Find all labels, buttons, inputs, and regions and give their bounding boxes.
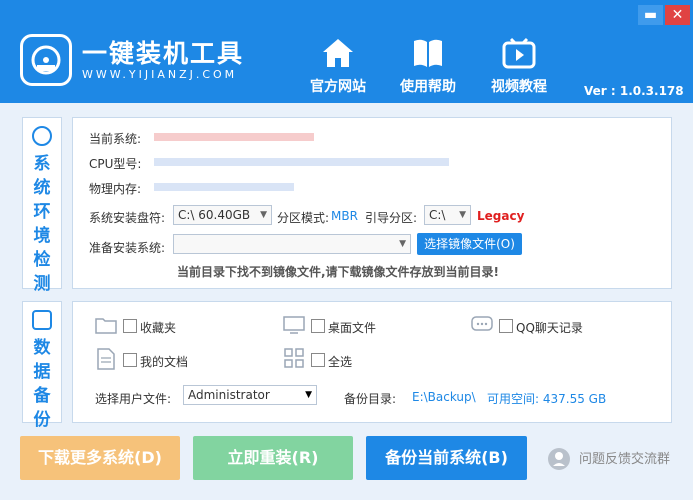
nav-video-tutorial[interactable]: 视频教程 — [474, 36, 564, 96]
nav-video-tutorial-label: 视频教程 — [491, 79, 547, 95]
boot-select[interactable]: C:\ ▼ — [424, 205, 471, 225]
feedback-link[interactable]: 问题反馈交流群 — [579, 448, 670, 467]
user-files-label: 选择用户文件: — [95, 392, 172, 406]
backup-dir-value[interactable]: E:\Backup\ — [412, 390, 476, 404]
download-more-systems-button[interactable]: 下载更多系统(D) — [20, 436, 180, 480]
boot-label: 引导分区: — [365, 211, 418, 225]
os-label: 当前系统: — [89, 132, 142, 146]
backup-side-text: 数据备份 — [33, 338, 51, 430]
image-hint: 当前目录下找不到镜像文件,请下载镜像文件存放到当前目录! — [177, 265, 500, 279]
backup-icon — [32, 310, 52, 330]
app-logo-icon — [20, 34, 72, 86]
env-side-label: 系统环境检测 — [22, 117, 62, 294]
qq-chat-checkbox[interactable] — [499, 319, 513, 333]
chevron-down-icon: ▼ — [305, 390, 312, 400]
app-subtitle: WWW.YIJIANZJ.COM — [82, 68, 238, 81]
chevron-down-icon: ▼ — [260, 210, 267, 220]
partition-label: 分区模式: — [277, 211, 330, 225]
app-title: 一键装机工具 — [82, 39, 245, 68]
grid-icon — [284, 348, 304, 368]
select-image-button[interactable]: 选择镜像文件(O) — [417, 233, 522, 255]
boot-mode-value: Legacy — [477, 209, 525, 223]
reinstall-now-button[interactable]: 立即重装(R) — [193, 436, 353, 480]
chevron-down-icon: ▼ — [459, 210, 466, 220]
free-space-value: 可用空间: 437.55 GB — [487, 392, 607, 406]
minimize-button[interactable]: ▬ — [638, 5, 663, 25]
partition-value: MBR — [331, 209, 358, 223]
cpu-label: CPU型号: — [89, 157, 142, 171]
app-window: ▬ ✕ 一键装机工具 WWW.YIJIANZJ.COM 官方网站 使用帮助 视频… — [0, 0, 693, 500]
memory-value-redacted — [154, 183, 294, 191]
desktop-files-checkbox[interactable] — [311, 319, 325, 333]
book-icon — [414, 39, 442, 67]
document-icon — [97, 348, 115, 370]
user-select-value: Administrator — [188, 388, 270, 402]
desktop-files-label: 桌面文件 — [328, 321, 377, 335]
install-system-select[interactable]: ▼ — [173, 234, 411, 254]
os-value-redacted — [154, 133, 314, 141]
nav-help[interactable]: 使用帮助 — [383, 36, 473, 96]
nav-official-site[interactable]: 官方网站 — [293, 36, 383, 96]
memory-label: 物理内存: — [89, 182, 142, 196]
chat-icon — [471, 316, 493, 331]
home-icon — [323, 39, 353, 67]
favorites-checkbox[interactable] — [123, 319, 137, 333]
close-button[interactable]: ✕ — [665, 5, 690, 25]
cpu-value-redacted — [154, 158, 449, 166]
nav-help-label: 使用帮助 — [400, 79, 456, 95]
qq-chat-label: QQ聊天记录 — [516, 321, 583, 335]
user-select[interactable]: Administrator ▼ — [183, 385, 317, 405]
install-label: 准备安装系统: — [89, 241, 166, 255]
drive-label: 系统安装盘符: — [89, 211, 166, 225]
boot-select-value: C:\ — [429, 208, 446, 222]
backup-system-button[interactable]: 备份当前系统(B) — [366, 436, 527, 480]
select-all-checkbox[interactable] — [311, 353, 325, 367]
my-documents-label: 我的文档 — [140, 355, 189, 369]
drive-select-value: C:\ 60.40GB — [178, 208, 251, 222]
chevron-down-icon: ▼ — [399, 239, 406, 249]
header-bar: ▬ ✕ 一键装机工具 WWW.YIJIANZJ.COM 官方网站 使用帮助 视频… — [0, 0, 693, 103]
backup-side-label: 数据备份 — [22, 301, 62, 430]
backup-dir-label: 备份目录: — [344, 392, 397, 406]
version-label: Ver : 1.0.3.178 — [584, 84, 684, 98]
my-documents-checkbox[interactable] — [123, 353, 137, 367]
video-icon — [502, 37, 536, 69]
favorites-label: 收藏夹 — [140, 321, 177, 335]
select-all-label: 全选 — [328, 355, 353, 369]
refresh-icon — [32, 126, 52, 146]
folder-icon — [95, 318, 117, 334]
feedback-icon — [548, 448, 570, 470]
monitor-icon — [283, 316, 305, 334]
env-side-text: 系统环境检测 — [33, 154, 51, 294]
drive-select[interactable]: C:\ 60.40GB ▼ — [173, 205, 272, 225]
nav-official-site-label: 官方网站 — [310, 79, 366, 95]
